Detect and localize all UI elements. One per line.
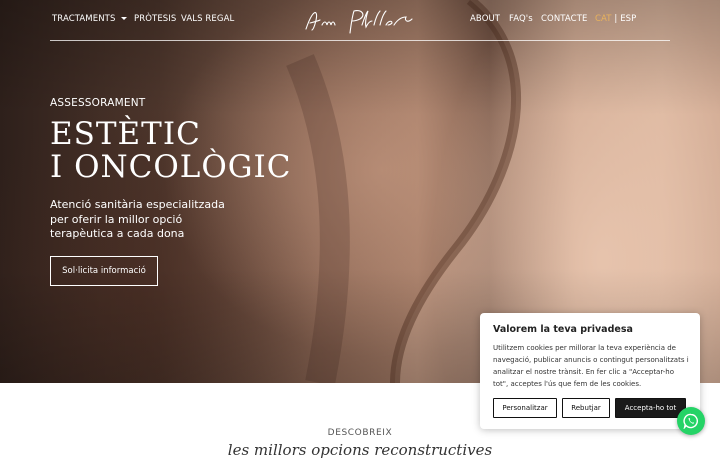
lang-separator: | bbox=[614, 14, 618, 24]
hero-title-line1: ESTÈTIC bbox=[50, 116, 201, 152]
hero-title: ESTÈTIC I ONCOLÒGIC bbox=[50, 118, 292, 184]
nav-item-faqs[interactable]: FAQ's bbox=[509, 14, 533, 24]
nav-item-about[interactable]: ABOUT bbox=[470, 14, 500, 24]
cookie-text: Utilitzem cookies per millorar la teva e… bbox=[493, 344, 689, 388]
lang-cat[interactable]: CAT bbox=[595, 14, 612, 24]
reject-button[interactable]: Rebutjar bbox=[562, 398, 610, 418]
cookie-title: Valorem la teva privadesa bbox=[493, 324, 633, 335]
accept-all-button[interactable]: Accepta-ho tot bbox=[615, 398, 686, 418]
nav-item-vals-regal[interactable]: VALS REGAL bbox=[181, 14, 234, 24]
section-eyebrow: DESCOBREIX bbox=[327, 428, 393, 438]
chevron-down-icon bbox=[121, 17, 128, 20]
request-info-button[interactable]: Sol·licita informació bbox=[50, 256, 158, 286]
hero-title-line2: I ONCOLÒGIC bbox=[50, 149, 292, 185]
signature-logo[interactable] bbox=[302, 3, 420, 37]
nav-item-label: TRACTAMENTS bbox=[52, 14, 116, 24]
cookie-consent-dialog: Valorem la teva privadesa Utilitzem cook… bbox=[480, 313, 700, 429]
nav-item-contacte[interactable]: CONTACTE bbox=[541, 14, 587, 24]
whatsapp-button[interactable] bbox=[677, 407, 705, 435]
nav-item-protesis[interactable]: PRÒTESIS bbox=[134, 14, 176, 24]
section-heading: les millors opcions reconstructives bbox=[227, 441, 493, 459]
customize-button[interactable]: Personalitzar bbox=[493, 398, 557, 418]
hero-eyebrow: ASSESSORAMENT bbox=[50, 97, 146, 109]
whatsapp-icon bbox=[683, 413, 698, 429]
lang-esp[interactable]: ESP bbox=[620, 14, 636, 24]
language-switcher: CAT | ESP bbox=[595, 14, 636, 24]
nav-item-tractaments[interactable]: TRACTAMENTS bbox=[52, 14, 128, 24]
hero-subtitle: Atenció sanitària especialitzada per ofe… bbox=[50, 198, 225, 240]
top-navigation: TRACTAMENTS PRÒTESIS VALS REGAL ABOUT FA… bbox=[50, 0, 670, 41]
